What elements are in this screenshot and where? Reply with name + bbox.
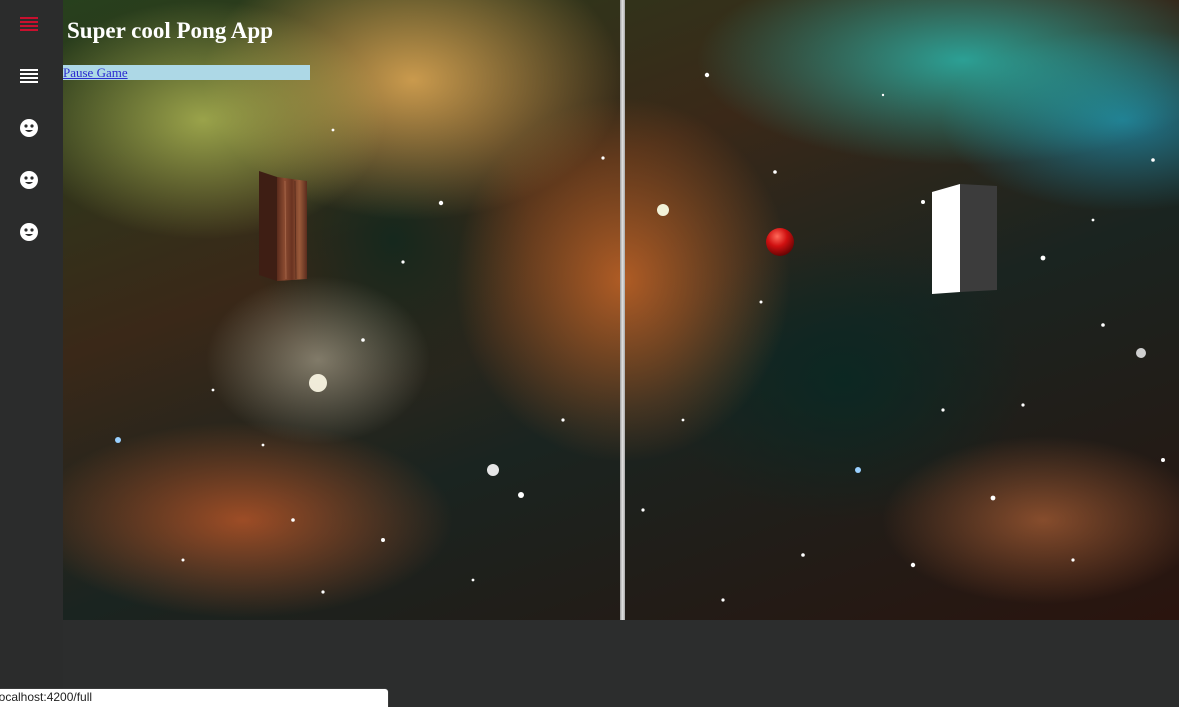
game-canvas[interactable]: Super cool Pong App Pause Game	[63, 0, 1179, 620]
sidebar	[0, 0, 63, 707]
face-icon[interactable]	[18, 169, 40, 191]
face-icon[interactable]	[18, 221, 40, 243]
face-icon[interactable]	[18, 117, 40, 139]
pause-game-link[interactable]: Pause Game	[63, 65, 128, 80]
center-net	[620, 0, 625, 620]
right-paddle	[932, 184, 997, 294]
list-icon[interactable]	[18, 65, 40, 87]
pause-bar: Pause Game	[63, 65, 310, 80]
menu-icon[interactable]	[18, 13, 40, 35]
left-paddle	[259, 171, 307, 281]
ball	[766, 228, 794, 256]
browser-status-bar: localhost:4200/full	[0, 689, 388, 707]
page-title: Super cool Pong App	[67, 18, 273, 43]
status-url: localhost:4200/full	[0, 690, 93, 704]
